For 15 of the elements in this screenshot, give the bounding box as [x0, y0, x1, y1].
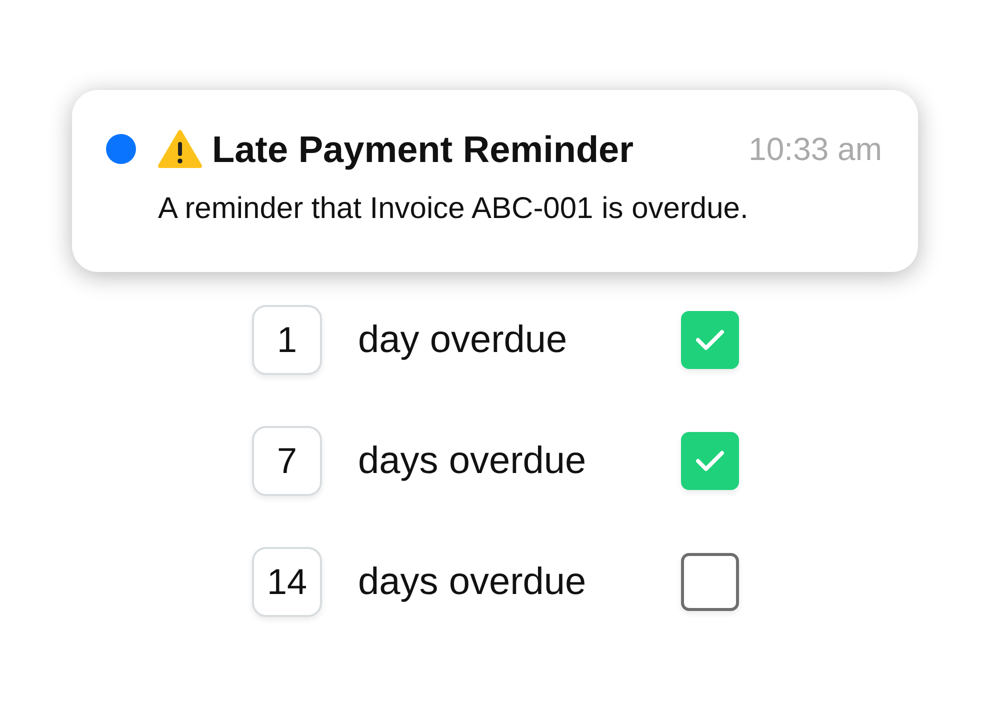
checkmark-icon — [695, 449, 725, 473]
day-count: 1 — [252, 305, 322, 375]
reminder-label: days overdue — [358, 560, 588, 604]
warning-icon — [158, 130, 202, 168]
checkbox[interactable] — [681, 311, 739, 369]
notification-message: A reminder that Invoice ABC-001 is overdue. — [158, 194, 750, 224]
notification-time: 10:33 am — [748, 133, 882, 165]
reminder-label: day overdue — [358, 318, 568, 362]
day-count: 14 — [252, 547, 322, 617]
reminder-label: days overdue — [358, 438, 588, 484]
checkbox[interactable] — [681, 553, 739, 611]
checkmark-icon — [695, 328, 725, 352]
checkbox[interactable] — [681, 432, 739, 490]
notification-title: Late Payment Reminder — [212, 130, 634, 168]
day-count: 7 — [252, 426, 322, 496]
